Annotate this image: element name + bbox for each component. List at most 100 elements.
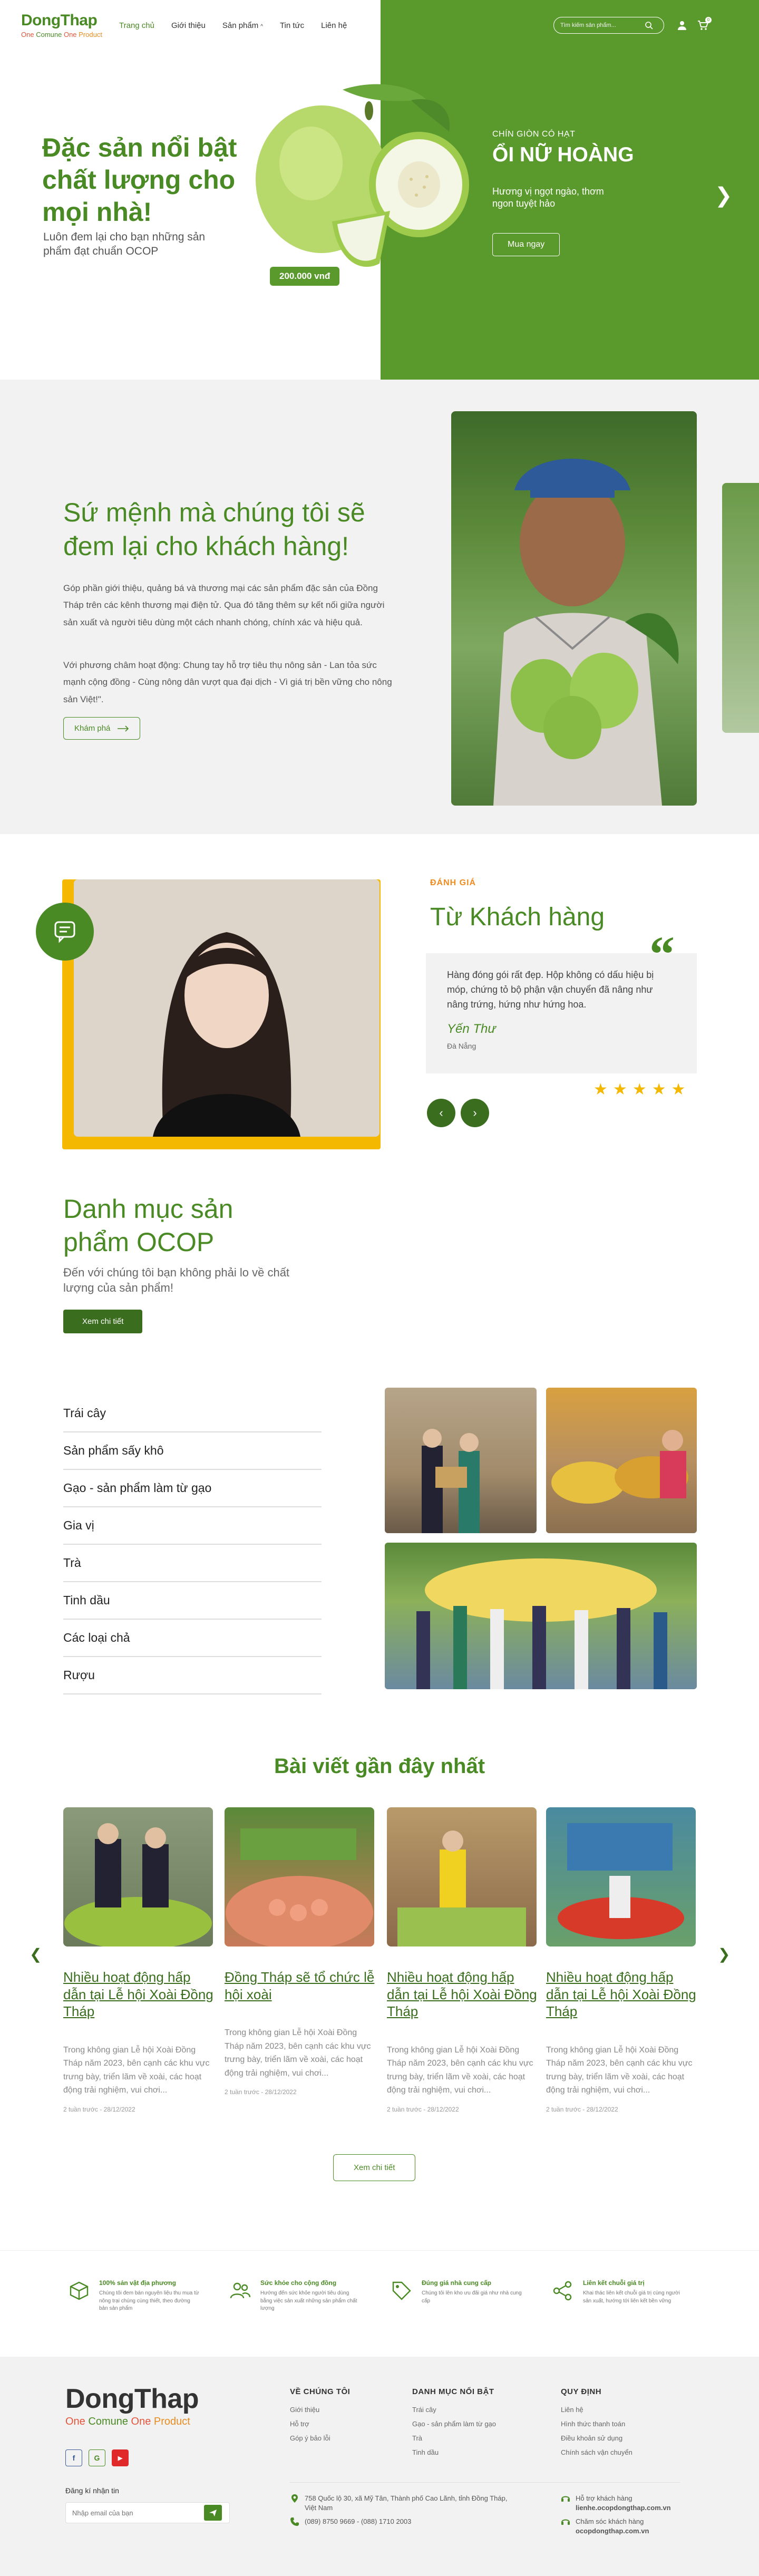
- category-item[interactable]: Sản phẩm sấy khô: [63, 1432, 322, 1470]
- price-tag-icon: [392, 2281, 411, 2300]
- category-item[interactable]: Trà: [63, 1545, 322, 1582]
- phone-icon: [290, 2517, 299, 2526]
- footer-link[interactable]: Liên hệ: [561, 2406, 632, 2414]
- post-image: [546, 1807, 696, 1946]
- post-title[interactable]: Đồng Tháp sẽ tổ chức lễ hội xoài: [225, 1969, 377, 2003]
- box-icon: [70, 2281, 89, 2300]
- blog-post-card[interactable]: Nhiều hoạt động hấp dẫn tại Lễ hội Xoài …: [546, 1807, 696, 2113]
- chat-quote-icon: [36, 903, 94, 961]
- newsletter-email-input[interactable]: [72, 2509, 204, 2517]
- categories-title: Danh mục sản phẩm OCOP: [63, 1194, 233, 1257]
- features-section: 100% sản vật địa phương Chúng tôi đem bán…: [0, 2250, 759, 2357]
- headset-icon: [561, 2496, 570, 2502]
- star-icon: ★: [671, 1081, 686, 1098]
- footer-link[interactable]: Trái cây: [412, 2406, 496, 2414]
- view-details-button[interactable]: Xem chi tiết: [63, 1310, 143, 1333]
- star-icon: ★: [632, 1081, 647, 1098]
- nav-news[interactable]: Tin tức: [280, 21, 304, 30]
- footer-link[interactable]: Điều khoản sử dụng: [561, 2434, 632, 2442]
- footer-link[interactable]: Tinh dầu: [412, 2448, 496, 2456]
- nav-contact[interactable]: Liên hệ: [321, 21, 347, 30]
- farmer-photo: [451, 411, 697, 806]
- nav-about[interactable]: Giới thiệu: [171, 21, 206, 30]
- footer-link[interactable]: Gạo - sản phẩm làm từ gạo: [412, 2420, 496, 2428]
- hero-product-description: Hương vị ngọt ngào, thơm ngon tuyệt hảo: [492, 186, 604, 209]
- buy-now-button[interactable]: Mua ngay: [492, 233, 560, 256]
- post-date: 2 tuần trước - 28/12/2022: [546, 2105, 618, 2113]
- main-nav: Trang chủ Giới thiệu Sản phẩm ^ Tin tức L…: [119, 21, 347, 30]
- cart-icon[interactable]: 0: [697, 17, 712, 32]
- footer-logo[interactable]: DongThap One Comune One Product: [65, 2383, 199, 2428]
- star-icon: ★: [593, 1081, 608, 1098]
- post-title[interactable]: Nhiều hoạt động hấp dẫn tại Lễ hội Xoài …: [387, 1969, 540, 2020]
- mission-section: Sứ mệnh mà chúng tôi sẽ đem lại cho khác…: [0, 380, 759, 834]
- testimonial-kicker: ĐÁNH GIÁ: [430, 878, 476, 887]
- footer-link[interactable]: Chính sách vận chuyển: [561, 2448, 632, 2456]
- ocop-award-photo: [385, 1388, 537, 1533]
- mission-title: Sứ mệnh mà chúng tôi sẽ đem lại cho khác…: [63, 498, 365, 561]
- blog-post-card[interactable]: Đồng Tháp sẽ tổ chức lễ hội xoài Trong k…: [225, 1807, 374, 2096]
- post-image: [63, 1807, 213, 1946]
- newsletter-form: [65, 2502, 230, 2523]
- support-email-link[interactable]: lienhe.ocopdongthap.com.vn: [576, 2503, 671, 2513]
- next-testimonial-button[interactable]: ›: [461, 1099, 489, 1127]
- post-title[interactable]: Nhiều hoạt động hấp dẫn tại Lễ hội Xoài …: [63, 1969, 216, 2020]
- feature-item: Sức khỏe cho cộng đồng Hướng đến sức khỏe…: [229, 2279, 361, 2313]
- post-image: [387, 1807, 537, 1946]
- category-item[interactable]: Tinh dầu: [63, 1582, 322, 1620]
- post-date: 2 tuần trước - 28/12/2022: [387, 2105, 459, 2113]
- blog-post-card[interactable]: Nhiều hoạt động hấp dẫn tại Lễ hội Xoài …: [63, 1807, 213, 2113]
- nav-products[interactable]: Sản phẩm ^: [222, 21, 263, 30]
- search-icon[interactable]: [645, 21, 653, 30]
- post-title[interactable]: Nhiều hoạt động hấp dẫn tại Lễ hội Xoài …: [546, 1969, 699, 2020]
- google-icon[interactable]: G: [89, 2449, 105, 2466]
- cart-count-badge: 0: [705, 17, 712, 23]
- category-item[interactable]: Trái cây: [63, 1395, 322, 1432]
- carousel-next-photo[interactable]: [722, 483, 759, 733]
- post-excerpt: Trong không gian Lễ hội Xoài Đồng Tháp n…: [225, 2028, 371, 2078]
- footer-categories-column: DANH MỤC NỔI BẬT Trái cây Gạo - sản phẩm…: [412, 2387, 497, 2456]
- price-tag: 200.000 vnđ: [270, 267, 340, 286]
- blog-post-card[interactable]: Nhiều hoạt động hấp dẫn tại Lễ hội Xoài …: [387, 1807, 537, 2113]
- headset-icon: [561, 2519, 570, 2525]
- explore-button[interactable]: Khám phá: [63, 717, 141, 740]
- ocop-market-photo: [546, 1388, 697, 1533]
- footer-link[interactable]: Hỗ trợ: [290, 2420, 350, 2428]
- youtube-icon[interactable]: ▶: [112, 2449, 129, 2466]
- star-icon: ★: [651, 1081, 666, 1098]
- brand-tagline: One Comune One Product: [65, 2416, 190, 2427]
- guava-product-image: [256, 84, 469, 267]
- category-item[interactable]: Gạo - sản phẩm làm từ gạo: [63, 1470, 322, 1507]
- category-item[interactable]: Rượu: [63, 1657, 322, 1694]
- category-item[interactable]: Các loại chả: [63, 1620, 322, 1657]
- post-excerpt: Trong không gian Lễ hội Xoài Đồng Tháp n…: [63, 2045, 210, 2095]
- customer-photo: [74, 879, 380, 1137]
- footer-link[interactable]: Trà: [412, 2434, 496, 2442]
- category-item[interactable]: Gia vị: [63, 1507, 322, 1545]
- chevron-right-icon[interactable]: ❯: [715, 183, 733, 208]
- chevron-left-icon[interactable]: ❮: [30, 1945, 42, 1963]
- post-excerpt: Trong không gian Lễ hội Xoài Đồng Tháp n…: [387, 2045, 533, 2095]
- testimonial-title: Từ Khách hàng: [430, 903, 605, 931]
- footer-link[interactable]: Góp ý bảo lỗi: [290, 2434, 350, 2442]
- view-more-posts-button[interactable]: Xem chi tiết: [333, 2154, 416, 2181]
- footer-address: 758 Quốc lộ 30, xã Mỹ Tân, Thành phố Cao…: [290, 2494, 511, 2513]
- prev-testimonial-button[interactable]: ‹: [427, 1099, 455, 1127]
- footer-link[interactable]: Giới thiệu: [290, 2406, 350, 2414]
- brand-name: DongThap: [21, 12, 98, 29]
- categories-section: Danh mục sản phẩm OCOP Đến với chúng tôi…: [0, 1157, 759, 1739]
- search-input[interactable]: [560, 22, 645, 28]
- facebook-icon[interactable]: f: [65, 2449, 82, 2466]
- care-email-link[interactable]: ocopdongthap.com.vn: [576, 2526, 649, 2536]
- footer-link[interactable]: Hình thức thanh toán: [561, 2420, 632, 2428]
- hero-description: Luôn đem lại cho bạn những sản phẩm đạt …: [43, 231, 206, 258]
- nav-home[interactable]: Trang chủ: [119, 21, 154, 30]
- chevron-right-icon[interactable]: ❯: [718, 1945, 730, 1963]
- search-box: [553, 17, 664, 34]
- user-icon[interactable]: [676, 19, 688, 32]
- brand-logo[interactable]: DongThap One Comune One Product: [21, 12, 102, 38]
- social-links: f G ▶: [65, 2449, 129, 2466]
- rating-stars: ★ ★ ★ ★ ★: [593, 1082, 686, 1098]
- newsletter-label: Đăng kí nhận tin: [65, 2486, 119, 2495]
- send-icon[interactable]: [204, 2505, 222, 2521]
